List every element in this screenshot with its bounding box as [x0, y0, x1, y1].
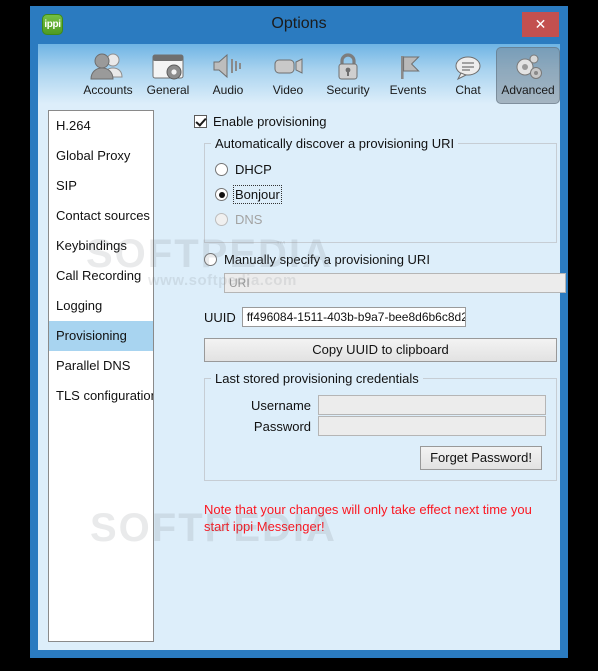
- audio-icon: [196, 49, 260, 83]
- enable-provisioning-label: Enable provisioning: [213, 114, 327, 129]
- tab-events-label: Events: [389, 83, 427, 97]
- enable-provisioning-checkbox[interactable]: [194, 115, 207, 128]
- provisioning-panel: Enable provisioning Automatically discov…: [162, 110, 566, 535]
- manual-uri-radio[interactable]: [204, 253, 217, 266]
- sidebar-item-keybindings[interactable]: Keybindings: [49, 231, 153, 261]
- bonjour-label: Bonjour: [233, 185, 282, 204]
- window-content: Accounts General Audio Video Security Ev…: [38, 44, 566, 650]
- radio-row-bonjour[interactable]: Bonjour: [215, 182, 556, 207]
- tab-accounts-label: Accounts: [83, 83, 133, 97]
- tab-advanced[interactable]: Advanced: [496, 47, 560, 104]
- tab-audio[interactable]: Audio: [196, 47, 260, 104]
- sidebar-item-global-proxy[interactable]: Global Proxy: [49, 141, 153, 171]
- radio-row-dhcp[interactable]: DHCP: [215, 157, 556, 182]
- dhcp-label: DHCP: [235, 162, 272, 177]
- dns-radio: [215, 213, 228, 226]
- title-bar: ippi Options ✕: [30, 6, 568, 44]
- tab-video-label: Video: [272, 83, 304, 97]
- tab-general-label: General: [146, 83, 190, 97]
- settings-category-list[interactable]: H.264 Global Proxy SIP Contact sources K…: [48, 110, 154, 642]
- radio-row-dns: DNS: [215, 207, 556, 232]
- tab-chat-label: Chat: [455, 83, 481, 97]
- uuid-input[interactable]: ff496084-1511-403b-b9a7-bee8d6b6c8d2: [241, 307, 466, 327]
- tab-security[interactable]: Security: [316, 47, 380, 104]
- password-field[interactable]: [318, 416, 546, 436]
- dns-label: DNS: [235, 212, 263, 227]
- sidebar-item-logging[interactable]: Logging: [49, 291, 153, 321]
- uri-input[interactable]: URI: [224, 273, 566, 293]
- auto-discover-legend: Automatically discover a provisioning UR…: [211, 136, 459, 151]
- credentials-group: Last stored provisioning credentials Use…: [204, 371, 557, 481]
- general-icon: [136, 49, 200, 83]
- dhcp-radio[interactable]: [215, 163, 228, 176]
- screenshot-root: ippi Options ✕ Accounts General Audio Vi…: [0, 0, 598, 671]
- chat-icon: [436, 49, 500, 83]
- radio-row-manual-uri[interactable]: Manually specify a provisioning URI: [204, 252, 550, 267]
- username-field[interactable]: [318, 395, 546, 415]
- manual-uri-label: Manually specify a provisioning URI: [224, 252, 430, 267]
- events-icon: [376, 49, 440, 83]
- close-icon[interactable]: ✕: [522, 12, 559, 37]
- auto-discover-group: Automatically discover a provisioning UR…: [204, 136, 557, 243]
- sidebar-item-sip[interactable]: SIP: [49, 171, 153, 201]
- tab-audio-label: Audio: [212, 83, 244, 97]
- toolbar: Accounts General Audio Video Security Ev…: [38, 44, 560, 107]
- restart-note: Note that your changes will only take ef…: [204, 502, 532, 534]
- sidebar-item-provisioning[interactable]: Provisioning: [49, 321, 153, 351]
- sidebar-item-tls-configuration[interactable]: TLS configuration: [49, 381, 153, 411]
- password-label: Password: [253, 418, 311, 434]
- enable-provisioning-row[interactable]: Enable provisioning: [194, 114, 550, 129]
- uuid-row: UUID ff496084-1511-403b-b9a7-bee8d6b6c8d…: [204, 307, 550, 327]
- options-window: ippi Options ✕ Accounts General Audio Vi…: [30, 6, 568, 658]
- bonjour-radio[interactable]: [215, 188, 228, 201]
- tab-general[interactable]: General: [136, 47, 200, 104]
- tab-video[interactable]: Video: [256, 47, 320, 104]
- security-icon: [316, 49, 380, 83]
- forget-password-button[interactable]: Forget Password!: [420, 446, 542, 470]
- credentials-legend: Last stored provisioning credentials: [211, 371, 423, 386]
- tab-advanced-label: Advanced: [501, 83, 555, 97]
- forget-button-row: Forget Password!: [205, 437, 556, 470]
- sidebar-item-h264[interactable]: H.264: [49, 111, 153, 141]
- tab-chat[interactable]: Chat: [436, 47, 500, 104]
- accounts-icon: [76, 49, 140, 83]
- video-icon: [256, 49, 320, 83]
- sidebar-item-call-recording[interactable]: Call Recording: [49, 261, 153, 291]
- uuid-label: UUID: [204, 309, 236, 325]
- tab-events[interactable]: Events: [376, 47, 440, 104]
- username-row: Username: [215, 395, 556, 415]
- password-row: Password: [215, 416, 556, 436]
- copy-uuid-button[interactable]: Copy UUID to clipboard: [204, 338, 557, 362]
- username-label: Username: [251, 397, 311, 413]
- tab-security-label: Security: [326, 83, 370, 97]
- sidebar-item-contact-sources[interactable]: Contact sources: [49, 201, 153, 231]
- advanced-icon: [496, 49, 560, 83]
- tab-accounts[interactable]: Accounts: [76, 47, 140, 104]
- window-title: Options: [271, 15, 327, 32]
- sidebar-item-parallel-dns[interactable]: Parallel DNS: [49, 351, 153, 381]
